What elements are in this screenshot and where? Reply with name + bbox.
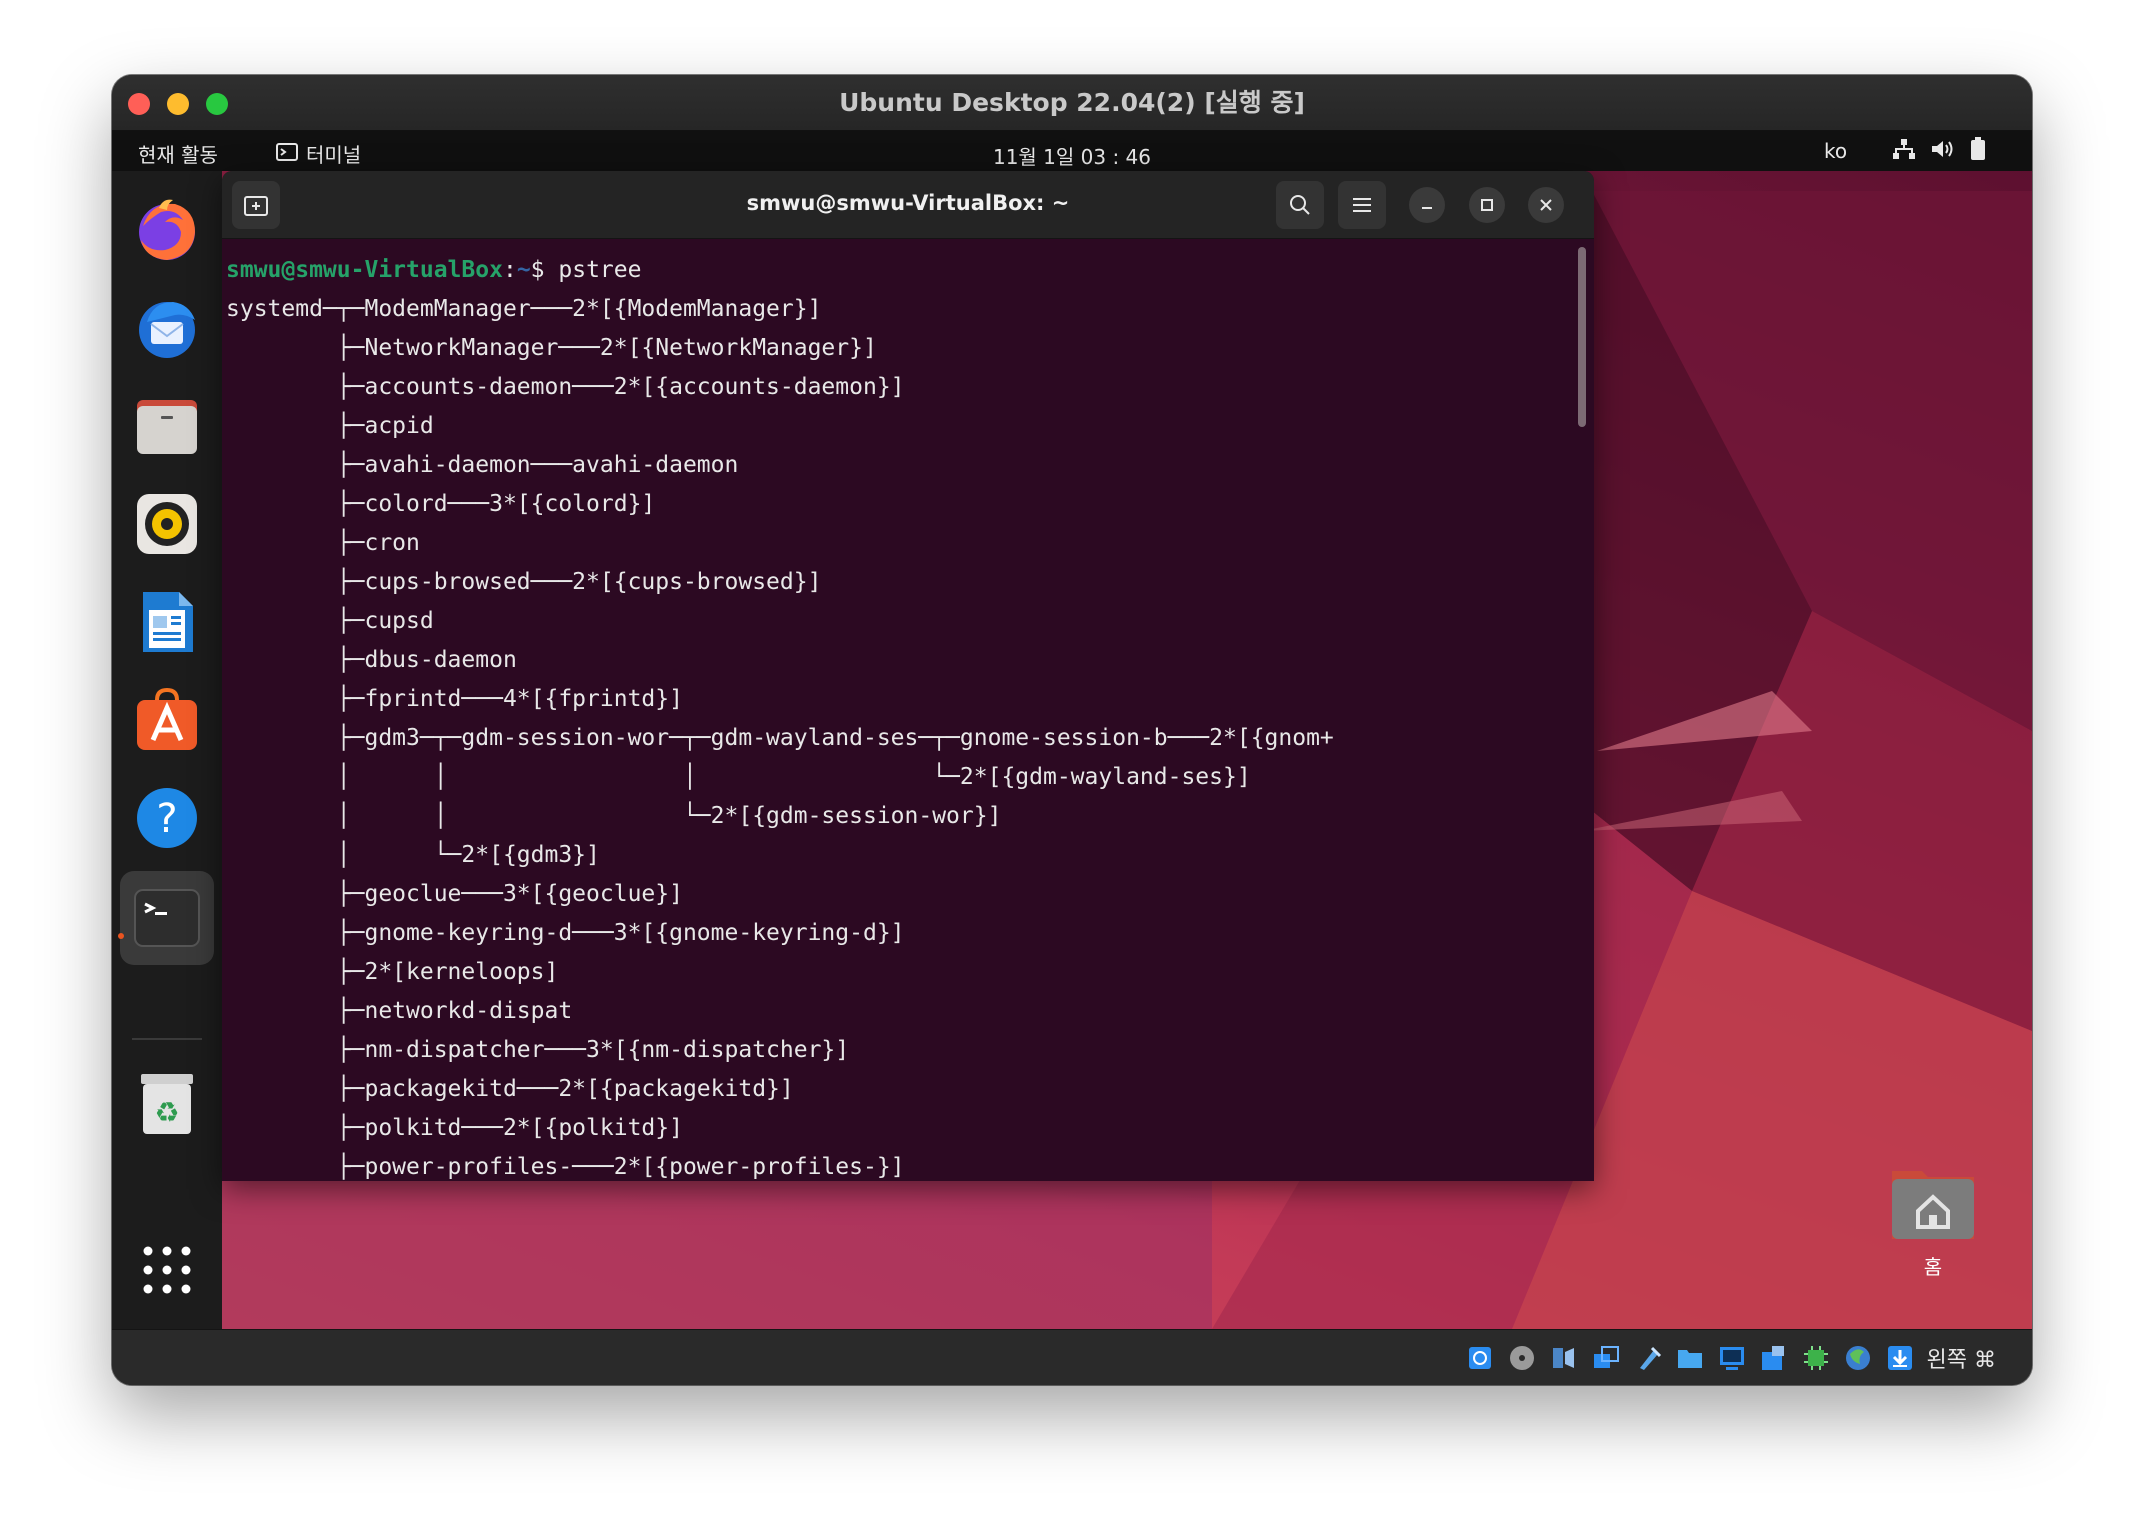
keyboard-capture-icon[interactable] bbox=[1885, 1343, 1915, 1373]
input-language[interactable]: ko bbox=[1824, 139, 1847, 163]
gnome-top-bar: 현재 활동 터미널 11월 1일 03 : 46 ko bbox=[112, 131, 2032, 171]
firefox-icon[interactable] bbox=[130, 193, 204, 267]
prompt-line: smwu@smwu-VirtualBox:~$ pstree bbox=[226, 251, 1594, 290]
volume-icon bbox=[1930, 138, 1956, 165]
dock-separator bbox=[132, 1038, 202, 1040]
svg-text:?: ? bbox=[156, 796, 177, 842]
output-line: ├─cupsd bbox=[226, 608, 434, 634]
command-text: pstree bbox=[558, 257, 642, 283]
usb-icon[interactable] bbox=[1633, 1343, 1663, 1373]
output-line: │ └─2*[{gdm3}] bbox=[226, 842, 600, 868]
terminal-small-icon bbox=[276, 142, 298, 166]
home-folder-label: 홈 bbox=[1923, 1255, 1943, 1279]
trash-icon[interactable]: ♻ bbox=[130, 1067, 204, 1141]
clock[interactable]: 11월 1일 03 : 46 bbox=[112, 141, 2032, 170]
minimize-icon bbox=[1422, 207, 1432, 209]
search-icon bbox=[1290, 195, 1310, 215]
host-key-label: 왼쪽 ⌘ bbox=[1926, 1348, 1996, 1373]
output-line: ├─geoclue───3*[{geoclue}] bbox=[226, 881, 683, 907]
terminal-scrollbar[interactable] bbox=[1578, 247, 1586, 427]
vbox-status-icons: 왼쪽 ⌘ bbox=[1465, 1342, 1996, 1374]
output-line: │ │ │ └─2*[{gdm-wayland-ses}] bbox=[226, 764, 1251, 790]
output-line: ├─accounts-daemon───2*[{accounts-daemon}… bbox=[226, 374, 905, 400]
audio-icon[interactable] bbox=[1549, 1343, 1579, 1373]
output-line: ├─power-profiles-───2*[{power-profiles-}… bbox=[226, 1154, 905, 1180]
close-button[interactable] bbox=[1528, 187, 1564, 223]
vm-screen: 현재 활동 터미널 11월 1일 03 : 46 ko ? ♻ smwu@smw… bbox=[112, 131, 2032, 1329]
system-tray[interactable] bbox=[1892, 137, 1986, 166]
mouse-integration-icon[interactable] bbox=[1843, 1343, 1873, 1373]
output-line: ├─nm-dispatcher───3*[{nm-dispatcher}] bbox=[226, 1037, 850, 1063]
output-line: ├─cron bbox=[226, 530, 420, 556]
output-line: ├─dbus-daemon bbox=[226, 647, 517, 673]
thunderbird-icon[interactable] bbox=[130, 291, 204, 365]
app-menu[interactable]: 터미널 bbox=[276, 139, 361, 168]
vm-window: Ubuntu Desktop 22.04(2) [실행 중] 현재 활동 터미널 bbox=[112, 75, 2032, 1385]
battery-icon bbox=[1970, 137, 1986, 166]
svg-text:♻: ♻ bbox=[154, 1096, 179, 1129]
software-icon[interactable] bbox=[130, 683, 204, 757]
menu-button[interactable] bbox=[1338, 181, 1386, 229]
running-indicator bbox=[118, 933, 124, 939]
terminal-icon[interactable] bbox=[120, 871, 214, 965]
mac-titlebar: Ubuntu Desktop 22.04(2) [실행 중] bbox=[112, 75, 2032, 131]
maximize-button[interactable] bbox=[1469, 187, 1505, 223]
display-icon[interactable] bbox=[1717, 1343, 1747, 1373]
recording-icon[interactable] bbox=[1759, 1343, 1789, 1373]
cpu-icon[interactable] bbox=[1801, 1343, 1831, 1373]
close-icon bbox=[1540, 199, 1552, 211]
files-icon[interactable] bbox=[130, 389, 204, 463]
prompt-symbol: $ bbox=[530, 257, 559, 283]
output-line: │ │ └─2*[{gdm-session-wor}] bbox=[226, 803, 1002, 829]
output-line: ├─gdm3─┬─gdm-session-wor─┬─gdm-wayland-s… bbox=[226, 725, 1334, 751]
hamburger-icon bbox=[1353, 198, 1371, 212]
hard-disk-icon[interactable] bbox=[1465, 1343, 1495, 1373]
output-line: ├─avahi-daemon───avahi-daemon bbox=[226, 452, 739, 478]
home-folder-icon[interactable] bbox=[1888, 1163, 1978, 1243]
output-line: ├─packagekitd───2*[{packagekitd}] bbox=[226, 1076, 794, 1102]
terminal-header: smwu@smwu-VirtualBox: ~ bbox=[222, 171, 1594, 239]
maximize-icon bbox=[1481, 199, 1493, 211]
output-line: ├─NetworkManager───2*[{NetworkManager}] bbox=[226, 335, 877, 361]
writer-icon[interactable] bbox=[130, 585, 204, 659]
output-line: systemd─┬─ModemManager───2*[{ModemManage… bbox=[226, 296, 822, 322]
minimize-button[interactable] bbox=[1409, 187, 1445, 223]
rhythmbox-icon[interactable] bbox=[130, 487, 204, 561]
output-line: ├─fprintd───4*[{fprintd}] bbox=[226, 686, 683, 712]
window-title: Ubuntu Desktop 22.04(2) [실행 중] bbox=[839, 88, 1305, 117]
output-line: ├─cups-browsed───2*[{cups-browsed}] bbox=[226, 569, 822, 595]
activities-button[interactable]: 현재 활동 bbox=[138, 139, 218, 168]
app-menu-label: 터미널 bbox=[306, 143, 362, 167]
help-icon[interactable]: ? bbox=[130, 781, 204, 855]
search-button[interactable] bbox=[1276, 181, 1324, 229]
output-line: ├─acpid bbox=[226, 413, 434, 439]
output-line: ├─networkd-dispat bbox=[226, 998, 573, 1024]
output-line: ├─colord───3*[{colord}] bbox=[226, 491, 656, 517]
optical-drive-icon[interactable] bbox=[1507, 1343, 1537, 1373]
terminal-output[interactable]: smwu@smwu-VirtualBox:~$ pstree systemd─┬─… bbox=[222, 239, 1594, 1181]
output-line: ├─polkitd───2*[{polkitd}] bbox=[226, 1115, 683, 1141]
output-line: ├─2*[kerneloops] bbox=[226, 959, 559, 985]
app-grid-icon[interactable] bbox=[130, 1233, 204, 1307]
network-icon bbox=[1892, 138, 1916, 165]
output-line: ├─gnome-keyring-d───3*[{gnome-keyring-d}… bbox=[226, 920, 905, 946]
terminal-window: smwu@smwu-VirtualBox: ~ smwu@smwu-Virtua… bbox=[222, 171, 1594, 1181]
prompt-user: smwu@smwu-VirtualBox bbox=[226, 257, 503, 283]
shared-folder-icon[interactable] bbox=[1675, 1343, 1705, 1373]
prompt-separator: : bbox=[502, 257, 517, 283]
virtualbox-status-bar: 왼쪽 ⌘ bbox=[112, 1329, 2032, 1385]
dock: ? ♻ bbox=[112, 171, 222, 1329]
prompt-path: ~ bbox=[516, 257, 531, 283]
network-adapter-icon[interactable] bbox=[1591, 1343, 1621, 1373]
terminal-title: smwu@smwu-VirtualBox: ~ bbox=[746, 191, 1070, 215]
